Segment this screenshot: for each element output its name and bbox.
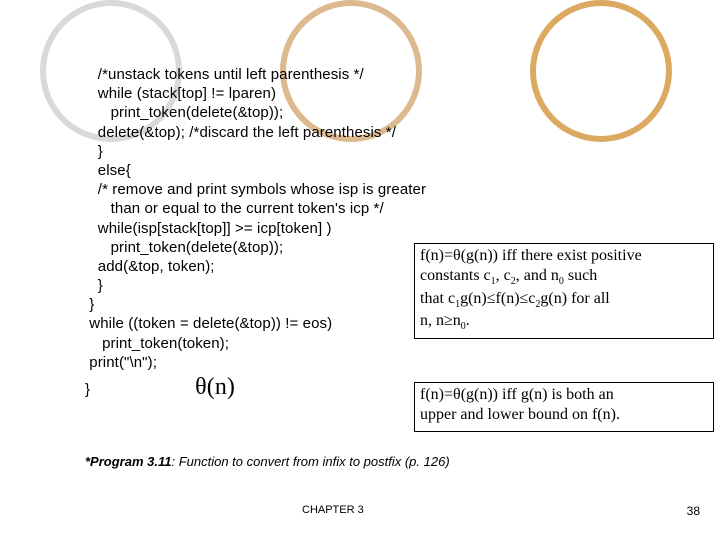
t: . [466, 312, 470, 329]
caption: *Program 3.11: Function to convert from … [85, 454, 450, 469]
t: n, n [420, 312, 444, 329]
code-line: while(isp[stack[top]] >= icp[token] ) [85, 219, 705, 238]
t: g(n) for all [540, 290, 609, 307]
ge-symbol: ≥ [444, 312, 453, 329]
code-line: delete(&top); /*discard the left parenth… [85, 123, 705, 142]
t: constants c [420, 267, 491, 284]
code-line: /* remove and print symbols whose isp is… [85, 180, 705, 199]
code-line: } [85, 381, 90, 398]
theta-symbol: θ [453, 386, 461, 403]
t: , and n [516, 267, 559, 284]
t: f(n)= [420, 386, 453, 403]
definition-box-1: f(n)=θ(g(n)) iff there exist positive co… [414, 243, 714, 339]
t: , c [496, 267, 511, 284]
definition-box-2: f(n)=θ(g(n)) iff g(n) is both an upper a… [414, 382, 714, 432]
code-line: print_token(delete(&top)); [85, 103, 705, 122]
code-line: } [85, 142, 705, 161]
le-symbol: ≤ [520, 290, 529, 307]
footer-chapter: CHAPTER 3 [302, 504, 364, 516]
t: that c [420, 290, 455, 307]
code-line: /*unstack tokens until left parenthesis … [85, 65, 705, 84]
code-block: /*unstack tokens until left parenthesis … [85, 65, 705, 403]
code-line: while (stack[top] != lparen) [85, 84, 705, 103]
theta-inline: θ(n) [195, 374, 235, 400]
t: (g(n)) iff there exist positive [461, 247, 642, 264]
le-symbol: ≤ [487, 290, 496, 307]
theta-symbol: θ [453, 247, 461, 264]
t: f(n) [496, 290, 520, 307]
t: such [564, 267, 597, 284]
t: (g(n)) iff g(n) is both an [461, 386, 614, 403]
code-line: than or equal to the current token's icp… [85, 199, 705, 218]
t: f(n)= [420, 247, 453, 264]
t: g(n) [460, 290, 487, 307]
t: upper and lower bound on f(n). [420, 406, 620, 423]
code-line: else{ [85, 161, 705, 180]
t: n [453, 312, 461, 329]
code-line: print("\n"); [85, 353, 705, 372]
caption-bold: *Program 3.11 [85, 454, 171, 469]
footer-page: 38 [687, 504, 700, 518]
caption-rest: : Function to convert from infix to post… [171, 454, 449, 469]
